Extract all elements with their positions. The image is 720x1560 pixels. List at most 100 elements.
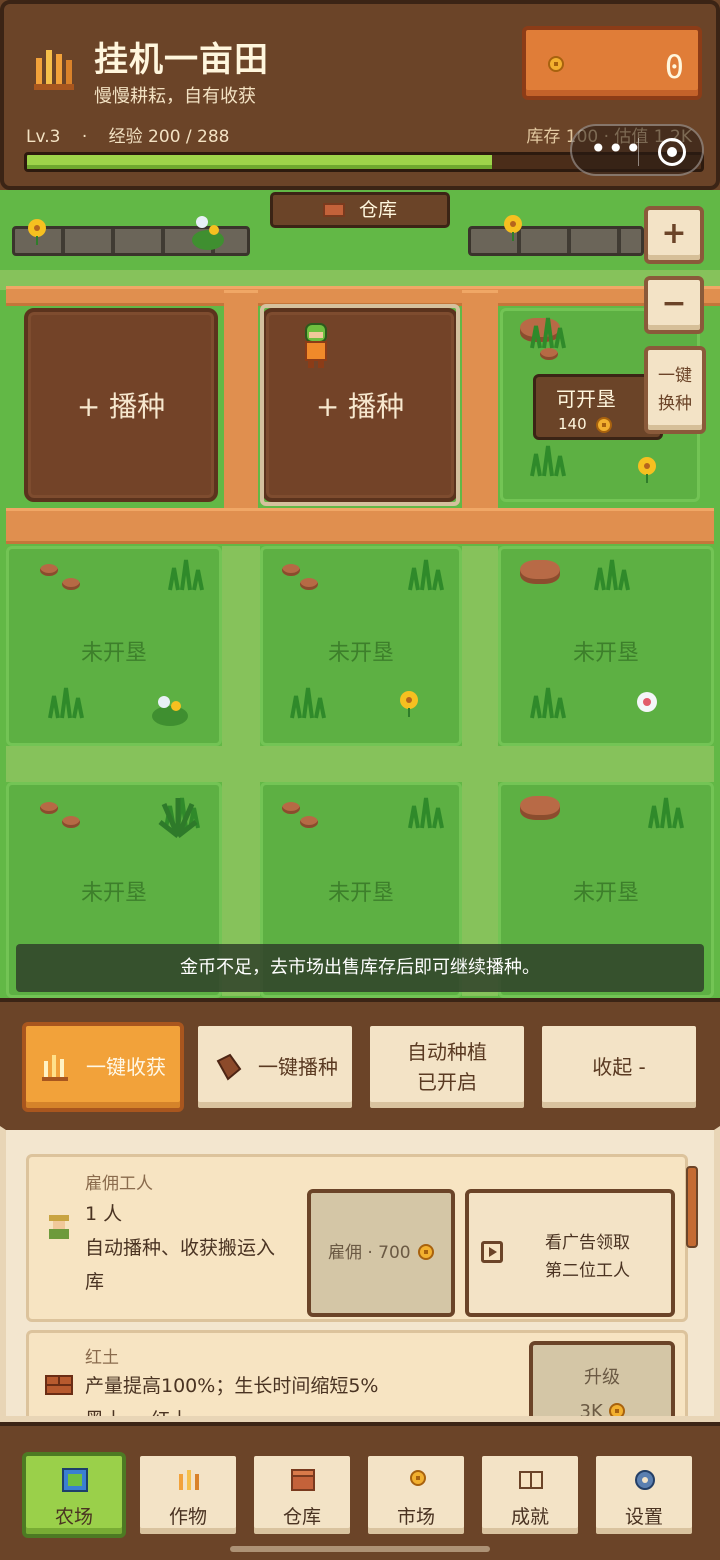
nav-settings-label: 设置: [624, 1506, 663, 1528]
panel-scrollbar[interactable]: [686, 1166, 698, 1248]
play-video-icon: [481, 1241, 503, 1263]
ad-label-2: 第二位工人: [545, 1261, 630, 1281]
box-icon: [291, 1469, 315, 1491]
nav-achievements[interactable]: 成就: [478, 1452, 582, 1538]
plot-6-label: 未开垦: [572, 641, 639, 666]
plot-1-label: + 播种: [76, 390, 166, 423]
farmer-character-icon[interactable]: [300, 322, 332, 370]
ad-label-1: 看广告领取: [545, 1233, 630, 1253]
worker-title: 雇佣工人: [85, 1174, 153, 1194]
plot-8-label: 未开垦: [327, 881, 394, 906]
map-icon: [62, 1468, 88, 1492]
coin-balance[interactable]: 0: [522, 26, 702, 100]
grass-tuft-icon: [408, 797, 444, 829]
level-info: Lv.3 · 经验 200 / 288: [26, 122, 230, 147]
plot-1[interactable]: + 播种: [24, 308, 218, 502]
upgrade-cost: 3K: [579, 1401, 603, 1422]
coin-icon: [410, 1470, 426, 1486]
auto-plant-toggle[interactable]: 自动种植 已开启: [366, 1022, 528, 1112]
flower-bush-icon: [152, 696, 188, 726]
harvest-all-button[interactable]: 一键收获: [22, 1022, 184, 1112]
nav-farm-label: 农场: [54, 1506, 93, 1528]
wheat-icon: [42, 1055, 68, 1081]
auto-plant-label: 自动种植: [407, 1040, 487, 1064]
rock-icon: [520, 796, 560, 820]
grass-path: [6, 746, 714, 782]
book-icon: [519, 1471, 543, 1489]
rock-icon: [40, 564, 58, 576]
swap-label-1: 一键: [658, 366, 692, 386]
action-bar: 一键收获 一键播种 自动种植 已开启 收起 -: [0, 998, 720, 1126]
worker-desc-line2: 库: [85, 1271, 105, 1293]
plot-5-label: 未开垦: [327, 641, 394, 666]
grass-tuft-icon: [648, 797, 684, 829]
collapse-button[interactable]: 收起 -: [538, 1022, 700, 1112]
box-icon: [322, 203, 345, 217]
worker-desc-line1: 自动播种、收获搬运入: [85, 1237, 276, 1259]
xp-label: 经验 200 / 288: [108, 127, 230, 147]
warehouse-label: 仓库: [358, 199, 397, 221]
zoom-in-button[interactable]: +: [644, 206, 704, 264]
worker-icon: [49, 1215, 69, 1239]
plot-4-label: 未开垦: [80, 641, 147, 666]
brick-icon: [45, 1375, 73, 1395]
grass-tuft-icon: [48, 687, 84, 719]
capsule-divider: [638, 138, 639, 166]
rock-icon: [40, 802, 58, 814]
farm-map[interactable]: 仓库 + 播种 + 播种 可开垦 140 + − 一键 换种 未开垦 未开垦 未…: [0, 190, 720, 998]
level-separator: ·: [81, 127, 88, 147]
grass-tuft-icon: [408, 559, 444, 591]
plant-icon: [158, 798, 198, 838]
game-title: 挂机一亩田: [94, 40, 269, 80]
grass-tuft-icon: [530, 445, 566, 477]
worker-count: 1 人: [85, 1203, 123, 1225]
bottom-nav: 农场 作物 仓库 市场 成就 设置: [0, 1422, 720, 1560]
upgrade-soil-button[interactable]: 升级 3K: [529, 1341, 675, 1422]
nav-achievements-label: 成就: [510, 1506, 549, 1528]
coin-value: 0: [664, 48, 684, 86]
watch-ad-button[interactable]: 看广告领取 第二位工人: [465, 1189, 675, 1317]
yellow-flower-icon: [504, 215, 522, 241]
close-target-icon[interactable]: [658, 138, 686, 166]
nav-crops-label: 作物: [168, 1506, 207, 1528]
mini-program-capsule[interactable]: •••: [570, 124, 704, 176]
harvest-all-label: 一键收获: [86, 1055, 166, 1079]
xp-bar-fill: [27, 155, 493, 169]
soil-title: 红土: [85, 1348, 119, 1368]
rock-icon: [62, 816, 80, 828]
grass-tuft-icon: [168, 559, 204, 591]
nav-warehouse-label: 仓库: [282, 1506, 321, 1528]
plot-9-label: 未开垦: [572, 881, 639, 906]
nav-farm[interactable]: 农场: [22, 1452, 126, 1538]
dirt-path: [6, 286, 720, 306]
sow-all-label: 一键播种: [258, 1055, 338, 1079]
more-icon[interactable]: •••: [590, 135, 643, 163]
sow-all-button[interactable]: 一键播种: [194, 1022, 356, 1112]
wheat-icon: [179, 1470, 199, 1490]
yellow-flower-icon: [638, 457, 656, 483]
zoom-out-button[interactable]: −: [644, 276, 704, 334]
home-indicator: [230, 1546, 490, 1552]
game-subtitle: 慢慢耕耘，自有收获: [94, 86, 256, 107]
grass-tuft-icon: [530, 317, 566, 349]
warehouse-button[interactable]: 仓库: [270, 192, 450, 228]
grass-tuft-icon: [290, 687, 326, 719]
dirt-path: [224, 290, 258, 540]
rock-icon: [520, 560, 560, 584]
swap-seed-button[interactable]: 一键 换种: [644, 346, 706, 434]
upgrade-panel[interactable]: 雇佣工人 1 人 自动播种、收获搬运入 库 雇佣 · 700 看广告领取 第二位…: [0, 1126, 720, 1422]
yellow-flower-icon: [400, 691, 418, 717]
nav-settings[interactable]: 设置: [592, 1452, 696, 1538]
coin-icon: [608, 1403, 625, 1416]
level-label: Lv.3: [26, 127, 61, 147]
nav-crops[interactable]: 作物: [136, 1452, 240, 1538]
rock-icon: [282, 802, 300, 814]
coin-icon: [548, 56, 564, 72]
auto-plant-status: 已开启: [417, 1070, 477, 1094]
nav-market[interactable]: 市场: [364, 1452, 468, 1538]
toast-message: 金币不足，去市场出售库存后即可继续播种。: [16, 944, 704, 992]
reclaim-cost: 140: [558, 415, 587, 433]
wheat-icon: [34, 50, 74, 90]
nav-warehouse[interactable]: 仓库: [250, 1452, 354, 1538]
hire-worker-button[interactable]: 雇佣 · 700: [307, 1189, 455, 1317]
